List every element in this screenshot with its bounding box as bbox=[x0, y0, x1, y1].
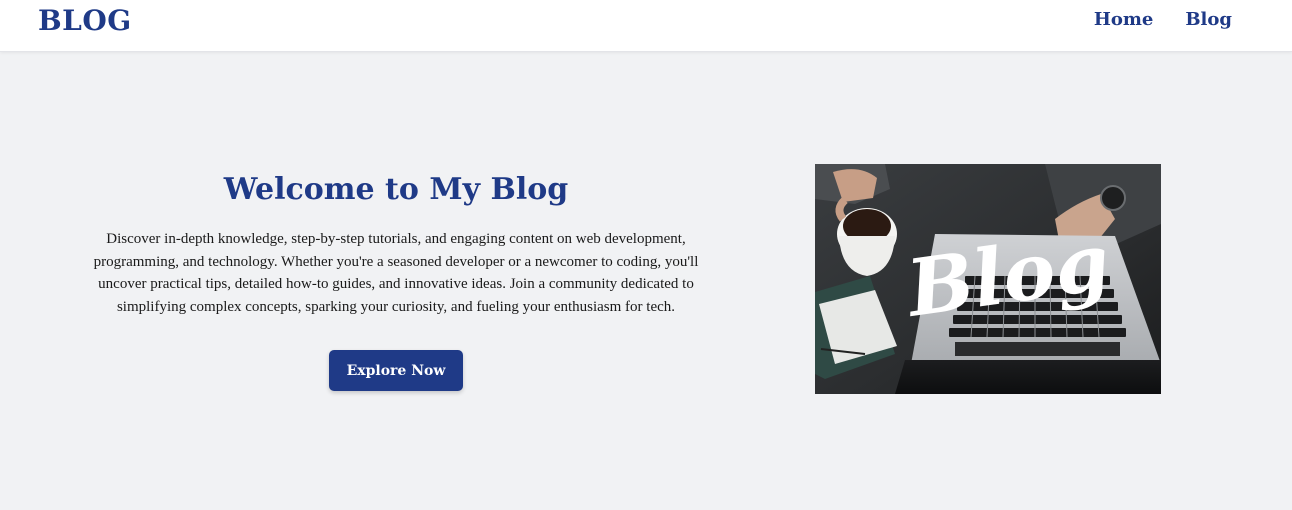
nav-link-blog[interactable]: Blog bbox=[1185, 9, 1232, 30]
nav-link-home[interactable]: Home bbox=[1094, 9, 1154, 30]
explore-now-button[interactable]: Explore Now bbox=[329, 350, 463, 391]
laptop-coffee-photo: Blog bbox=[815, 164, 1161, 394]
hero-image: Blog bbox=[815, 164, 1161, 394]
hero-title: Welcome to My Blog bbox=[223, 172, 569, 207]
brand-logo[interactable]: BLOG bbox=[38, 4, 132, 37]
hero-description: Discover in-depth knowledge, step-by-ste… bbox=[93, 231, 699, 315]
hero-section: Welcome to My Blog Discover in-depth kno… bbox=[70, 170, 722, 318]
navbar: BLOG Home Blog bbox=[0, 0, 1292, 52]
nav-links: Home Blog bbox=[1094, 9, 1232, 30]
